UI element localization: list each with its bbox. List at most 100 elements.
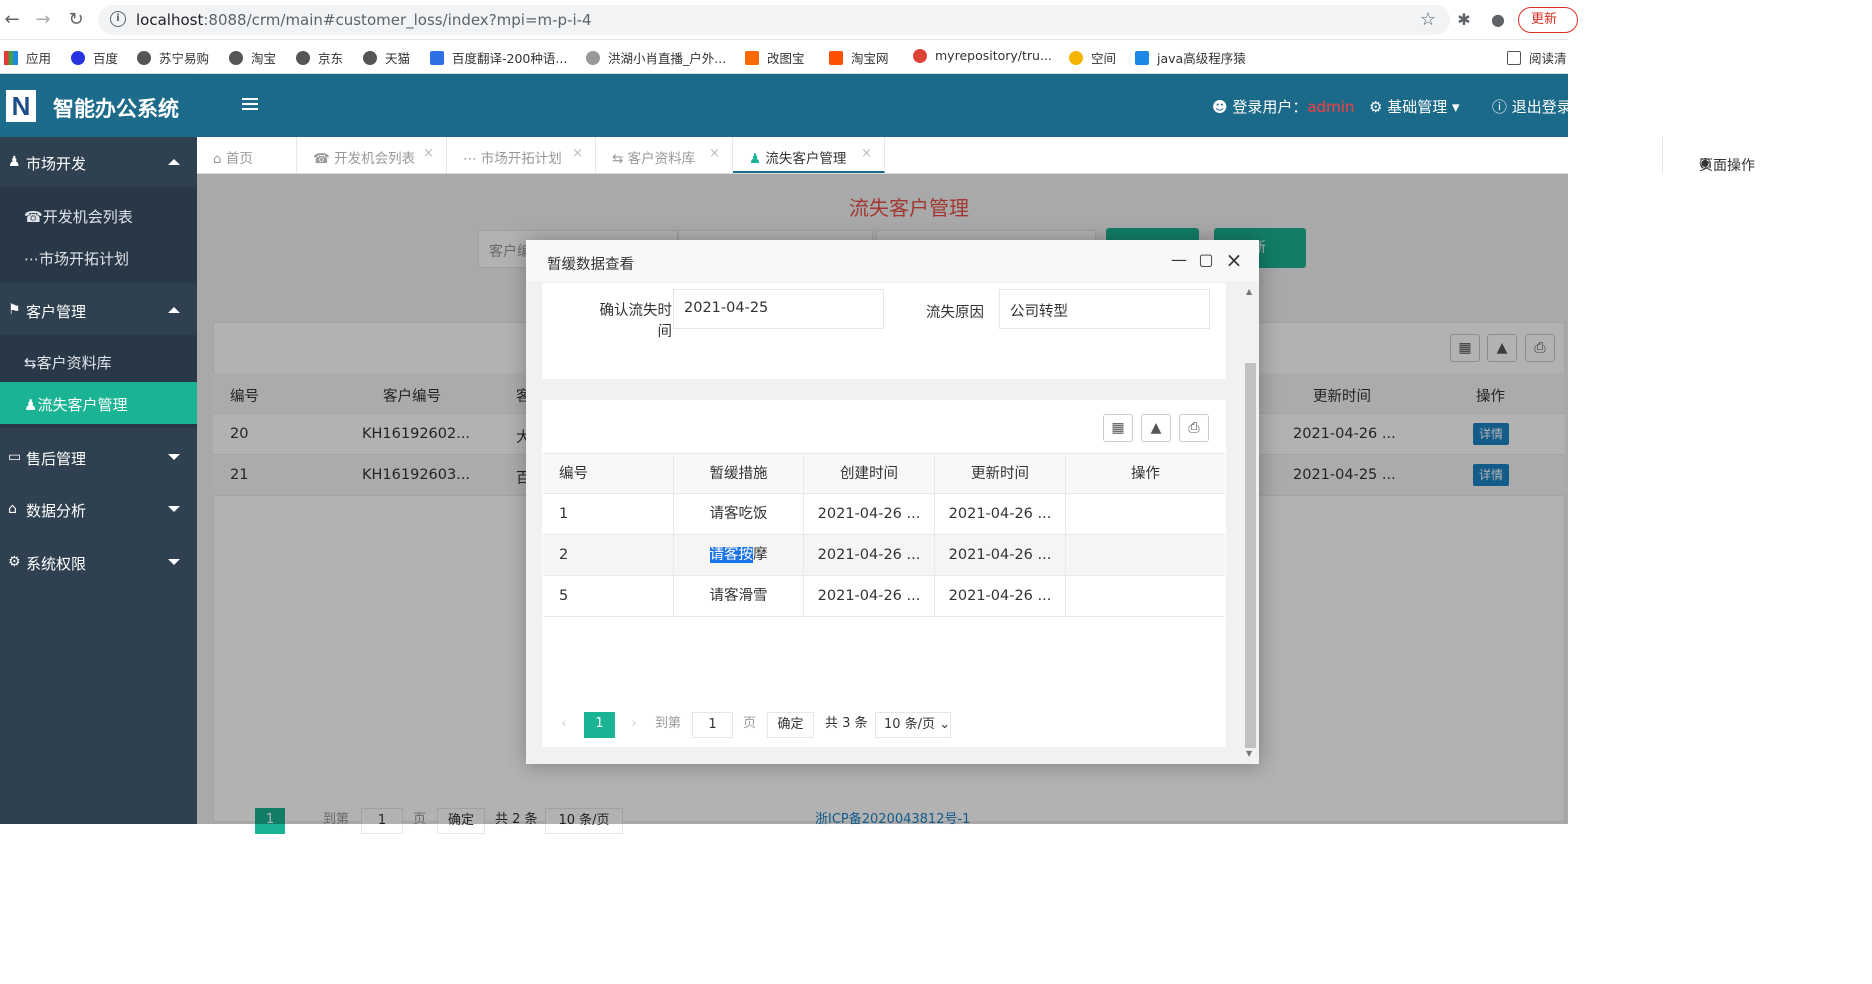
address-bar[interactable]: i localhost:8088/crm/main#customer_loss/…	[98, 5, 1450, 35]
login-user: ☻ 登录用户：admin	[1212, 98, 1355, 116]
forward-icon[interactable]: →	[31, 8, 55, 32]
caret-up-icon	[168, 159, 180, 165]
tab-home[interactable]: ⌂ 首页	[197, 137, 297, 173]
browser-toolbar: ← → ↻ i localhost:8088/crm/main#customer…	[0, 0, 1578, 40]
next-page-icon[interactable]: ›	[626, 712, 642, 738]
page-size-select[interactable]: 10 条/页 ⌄	[875, 712, 951, 738]
tab-lost-customers[interactable]: ♟ 流失客户管理 ×	[733, 137, 885, 173]
logout-link[interactable]: ⓘ 退出登录	[1492, 96, 1572, 117]
tab-customer-library[interactable]: ⇆ 客户资料库 ×	[596, 137, 733, 173]
goto-page-input[interactable]: 1	[692, 712, 733, 738]
page-number[interactable]: 1	[584, 712, 615, 738]
star-icon[interactable]: ☆	[1420, 9, 1436, 30]
prev-page-icon[interactable]: ‹	[556, 712, 572, 738]
pause-data-modal: 暂缓数据查看 — ▢ × 确认流失时 间 2021-04-25 流失原因 公司转…	[526, 240, 1259, 764]
bookmark-java[interactable]: java高级程序猿	[1135, 48, 1246, 67]
bookmark-taobaowang[interactable]: 淘宝网	[829, 48, 889, 67]
cogs-icon: ⚙	[8, 554, 21, 570]
logo-icon: N	[6, 90, 36, 122]
table-row[interactable]: 1 请客吃饭 2021-04-26 ... 2021-04-26 ...	[543, 494, 1225, 535]
goto-confirm-button[interactable]: 确定	[767, 712, 814, 738]
scroll-down-icon[interactable]: ▼	[1246, 749, 1252, 758]
scroll-up-icon[interactable]: ▲	[1246, 287, 1252, 296]
bookmark-repository[interactable]: myrepository/tru...	[913, 48, 1052, 63]
columns-icon[interactable]: ▦	[1103, 414, 1133, 442]
page-tabs: ⌂ 首页 ☎ 开发机会列表 × ⋯ 市场开拓计划 × ⇆ 客户资料库 × ♟ 流…	[197, 137, 1755, 174]
live-icon	[586, 50, 600, 65]
app-name: 智能办公系统	[53, 97, 179, 121]
extensions-icon[interactable]: ✱	[1454, 10, 1474, 30]
baidu-icon	[71, 50, 85, 65]
sidebar-item-lost-customers[interactable]: ♟流失客户管理	[0, 382, 197, 424]
bookmark-suning[interactable]: 苏宁易购	[137, 48, 209, 67]
sidebar-group-customer[interactable]: ⚑ 客户管理	[0, 285, 197, 335]
sidebar-item-opportunities[interactable]: ☎开发机会列表	[0, 194, 197, 236]
phone-icon: ☎	[24, 208, 43, 226]
update-button[interactable]: 更新	[1518, 7, 1578, 33]
minimize-icon[interactable]: —	[1170, 251, 1188, 269]
flag-icon: ⚑	[8, 302, 21, 318]
user-icon: ☻	[1212, 98, 1233, 116]
scroll-thumb[interactable]	[1245, 363, 1256, 748]
bookmark-space[interactable]: 空间	[1069, 48, 1116, 67]
tab-opportunities[interactable]: ☎ 开发机会列表 ×	[297, 137, 447, 173]
profile-icon[interactable]: ●	[1488, 10, 1508, 30]
close-icon[interactable]: ×	[572, 146, 583, 161]
modal-scrollbar[interactable]: ▲ ▼	[1243, 283, 1258, 764]
user-x-icon: ♟	[24, 396, 38, 414]
app-header: ☻ 登录用户：admin ⚙ 基础管理 ▾ ⓘ 退出登录	[0, 74, 1572, 137]
sidebar-group-analysis[interactable]: ⌂ 数据分析	[0, 484, 197, 534]
close-icon[interactable]: ×	[423, 146, 434, 161]
maximize-icon[interactable]: ▢	[1197, 251, 1215, 269]
sidebar-group-aftersales[interactable]: ▭ 售后管理	[0, 432, 197, 482]
bookmark-baidu-translate[interactable]: 百度翻译-200种语...	[430, 48, 567, 67]
menu-toggle-icon[interactable]	[242, 98, 258, 112]
back-icon[interactable]: ←	[0, 8, 24, 32]
close-icon[interactable]: ×	[861, 146, 872, 161]
ellipsis-icon: ⋯	[463, 151, 481, 167]
sidebar-item-customer-library[interactable]: ⇆客户资料库	[0, 340, 197, 382]
bookmark-tmall[interactable]: 天猫	[363, 48, 410, 67]
basic-management-menu[interactable]: ⚙ 基础管理 ▾	[1369, 96, 1460, 117]
page-operations-menu[interactable]: ◉ 页面操作	[1662, 137, 1765, 174]
bookmark-apps[interactable]: 应用	[4, 48, 51, 67]
export-icon[interactable]: ▲	[1141, 414, 1171, 442]
sidebar-submenu-market: ☎开发机会列表 ⋯市场开拓计划	[0, 187, 197, 283]
close-icon[interactable]: ×	[709, 146, 720, 161]
bookmark-reading[interactable]: 阅读清	[1507, 48, 1567, 67]
loss-time-field[interactable]: 2021-04-25	[673, 289, 884, 329]
caret-down-icon	[168, 506, 180, 512]
modal-header: 暂缓数据查看 — ▢ ×	[526, 240, 1259, 283]
pause-measures-panel: ▦ ▲ ⎙ 编号 暂缓措施 创建时间 更新时间 操作 1 请客吃饭 2021-0…	[542, 400, 1226, 747]
qzone-icon	[1069, 50, 1083, 65]
selected-text: 请客按	[709, 547, 753, 563]
bookmark-gaitubao[interactable]: 改图宝	[745, 48, 805, 67]
table-row[interactable]: 2 请客按摩 2021-04-26 ... 2021-04-26 ...	[543, 535, 1225, 576]
close-icon[interactable]: ×	[1225, 250, 1243, 270]
caret-down-icon	[168, 559, 180, 565]
exchange-icon: ⇆	[612, 151, 628, 167]
modal-title: 暂缓数据查看	[547, 257, 634, 273]
bookmark-baidu[interactable]: 百度	[71, 48, 118, 67]
globe-icon	[296, 50, 310, 65]
home-icon: ⌂	[213, 151, 226, 167]
info-icon[interactable]: i	[110, 11, 126, 27]
caret-down-icon: ▾	[1447, 98, 1460, 116]
ellipsis-icon: ⋯	[24, 250, 39, 268]
reload-icon[interactable]: ↻	[64, 8, 88, 32]
gear-icon: ⚙	[1369, 98, 1388, 116]
bookmark-live[interactable]: 洪湖小肖直播_户外...	[586, 48, 726, 67]
tab-market-plan[interactable]: ⋯ 市场开拓计划 ×	[447, 137, 596, 173]
sidebar-item-market-plan[interactable]: ⋯市场开拓计划	[0, 236, 197, 278]
info-circle-icon: ⓘ	[1492, 98, 1512, 116]
table-row[interactable]: 5 请客滑雪 2021-04-26 ... 2021-04-26 ...	[543, 576, 1225, 617]
url-text[interactable]: localhost:8088/crm/main#customer_loss/in…	[136, 11, 592, 29]
print-icon[interactable]: ⎙	[1179, 414, 1209, 442]
sidebar-group-permissions[interactable]: ⚙ 系统权限	[0, 537, 197, 587]
bookmark-jd[interactable]: 京东	[296, 48, 343, 67]
loss-reason-field[interactable]: 公司转型	[999, 289, 1210, 329]
bookmark-taobao[interactable]: 淘宝	[229, 48, 276, 67]
phone-icon: ☎	[313, 151, 335, 167]
globe-icon	[229, 50, 243, 65]
sidebar-group-market[interactable]: ♟ 市场开发	[0, 137, 197, 187]
